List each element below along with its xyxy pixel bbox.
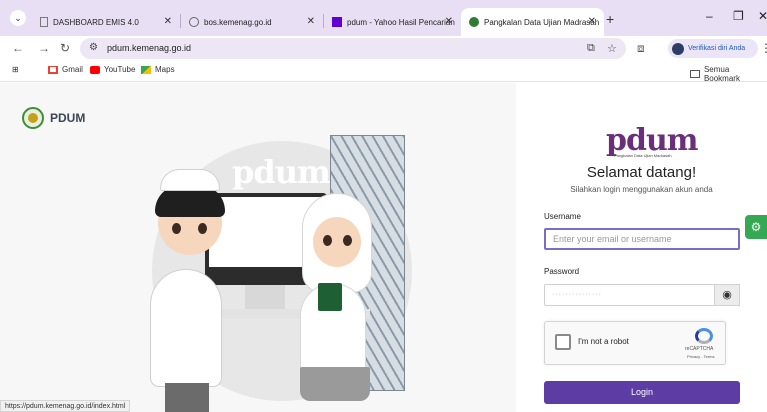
close-icon[interactable]: ✕	[445, 16, 453, 27]
recaptcha-logo-icon	[695, 328, 713, 344]
close-icon[interactable]: ✕	[588, 16, 596, 27]
boy-illustration	[150, 269, 222, 387]
recaptcha-terms-link[interactable]: Privacy - Terms	[687, 354, 714, 359]
tab-label: pdum - Yahoo Hasil Pencarian	[347, 17, 455, 27]
all-bookmarks-label: Semua Bookmark	[703, 65, 740, 83]
globe-icon	[189, 17, 199, 27]
girl-eye	[323, 235, 332, 246]
brand-name: PDUM	[50, 111, 86, 125]
bookmark-maps[interactable]: Maps	[141, 65, 175, 74]
login-subtitle: Silahkan login menggunakan akun anda	[570, 185, 713, 194]
boy-eye	[198, 223, 207, 234]
password-label: Password	[544, 267, 580, 276]
apps-grid-icon[interactable]: ⊞	[12, 65, 19, 74]
site-info-icon[interactable]: ⚙	[89, 42, 98, 53]
bookmark-label: YouTube	[104, 65, 136, 74]
username-label: Username	[544, 212, 581, 221]
reload-icon[interactable]: ↻	[60, 41, 70, 55]
login-logo-subtitle: Pangkalan Data Ujian Madrasah	[614, 153, 672, 158]
login-button[interactable]: Login	[544, 381, 740, 404]
tab-dashboard-emis[interactable]: DASHBOARD EMIS 4.0 ✕	[32, 8, 180, 36]
password-field: ··············· ◉	[544, 284, 740, 306]
boy-cap	[160, 169, 220, 191]
bookmark-gmail[interactable]: Gmail	[48, 65, 83, 74]
yahoo-icon	[332, 17, 342, 27]
address-bar: ← → ↻ ⚙ pdum.kemenag.go.id ⧉ ☆ ⧈ Verifik…	[0, 36, 767, 60]
new-tab-icon[interactable]: +	[606, 11, 614, 27]
boy-eye	[172, 223, 181, 234]
close-icon[interactable]: ✕	[307, 16, 315, 27]
bookmark-star-icon[interactable]: ☆	[607, 42, 617, 55]
girl-skirt	[300, 367, 370, 401]
browser-tab-strip: ⌄ DASHBOARD EMIS 4.0 ✕ bos.kemenag.go.id…	[0, 0, 767, 36]
tab-pangkalan-data[interactable]: Pangkalan Data Ujian Madrasah ✕	[461, 8, 604, 36]
profile-label: Verifikasi diri Anda	[688, 45, 746, 52]
hero-panel: PDUM pdum	[0, 83, 516, 412]
brand[interactable]: PDUM	[22, 107, 85, 129]
bookmark-youtube[interactable]: YouTube	[90, 65, 135, 74]
computer-stand	[245, 285, 285, 311]
show-password-icon[interactable]: ◉	[714, 284, 740, 306]
girl-face	[313, 217, 361, 267]
brand-logo-icon	[22, 107, 44, 129]
login-panel: pdum Pangkalan Data Ujian Madrasah Selam…	[516, 83, 767, 412]
window-close-icon[interactable]: ✕	[758, 9, 767, 23]
password-input[interactable]: ···············	[544, 284, 714, 306]
omnibox[interactable]: ⚙ pdum.kemenag.go.id ⧉ ☆	[80, 38, 626, 59]
tab-label: DASHBOARD EMIS 4.0	[53, 17, 139, 27]
forward-icon[interactable]: →	[38, 41, 50, 55]
recaptcha-label: I'm not a robot	[578, 337, 629, 346]
avatar	[672, 42, 684, 55]
close-icon[interactable]: ✕	[164, 16, 172, 27]
hero-logo: pdum	[232, 153, 331, 191]
profile-button[interactable]: Verifikasi diri Anda	[668, 39, 758, 58]
settings-gear-icon[interactable]: ⚙	[745, 215, 767, 239]
boy-legs	[165, 383, 209, 412]
restore-icon[interactable]: ❐	[733, 9, 744, 23]
recaptcha-widget: I'm not a robot reCAPTCHA Privacy - Term…	[544, 321, 726, 365]
book-illustration	[318, 283, 342, 311]
bookmark-label: Maps	[155, 65, 175, 74]
maps-icon	[141, 65, 151, 74]
tab-label: Pangkalan Data Ujian Madrasah	[484, 17, 600, 27]
all-bookmarks[interactable]: Semua Bookmark	[690, 65, 767, 83]
recaptcha-brand: reCAPTCHA	[685, 346, 714, 352]
tab-search-menu-icon[interactable]: ⌄	[10, 10, 26, 26]
kemenag-icon	[469, 17, 479, 27]
page-icon	[40, 17, 48, 27]
tab-yahoo-search[interactable]: pdum - Yahoo Hasil Pencarian ✕	[324, 8, 461, 36]
tab-label: bos.kemenag.go.id	[204, 17, 272, 27]
username-input[interactable]: Enter your email or username	[544, 228, 740, 250]
url-text[interactable]: pdum.kemenag.go.id	[107, 43, 191, 53]
install-app-icon[interactable]: ⧉	[587, 42, 595, 55]
minimize-icon[interactable]: –	[706, 9, 713, 23]
tab-bos-kemenag[interactable]: bos.kemenag.go.id ✕	[181, 8, 323, 36]
folder-icon	[690, 70, 700, 78]
menu-kebab-icon[interactable]: ⋮	[760, 41, 767, 55]
welcome-heading: Selamat datang!	[586, 164, 697, 181]
bookmarks-bar: ⊞ Gmail YouTube Maps Semua Bookmark	[0, 60, 767, 83]
status-url-tooltip: https://pdum.kemenag.go.id/index.html	[0, 400, 131, 412]
girl-eye	[343, 235, 352, 246]
gmail-icon	[48, 65, 58, 74]
extensions-icon[interactable]: ⧈	[637, 41, 645, 56]
bookmark-label: Gmail	[62, 65, 83, 74]
youtube-icon	[90, 65, 100, 74]
recaptcha-checkbox[interactable]	[555, 334, 571, 350]
back-icon[interactable]: ←	[12, 41, 24, 55]
